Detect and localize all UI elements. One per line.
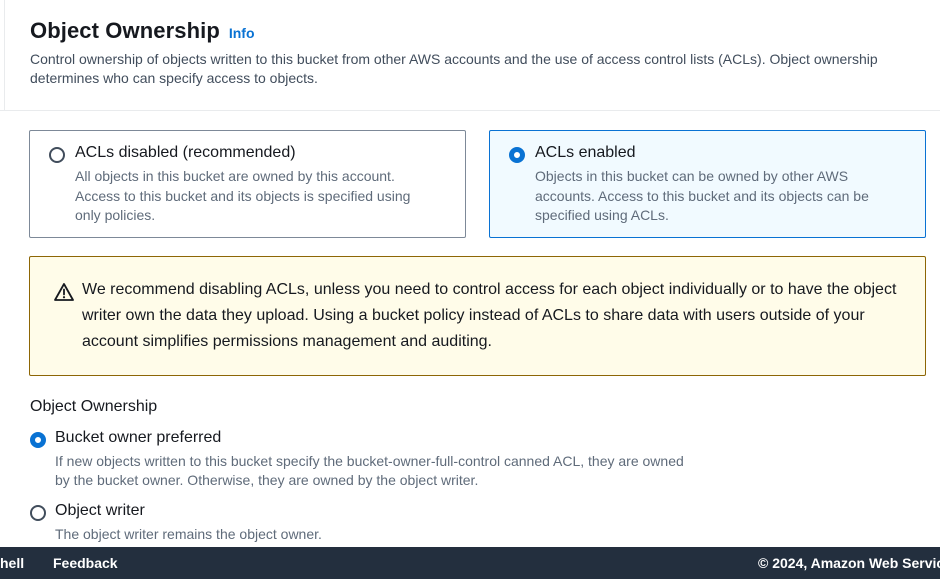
bucket-owner-preferred-description: If new objects written to this bucket sp… [55,453,684,488]
acls-enabled-description: Objects in this bucket can be owned by o… [535,168,869,223]
option-object-writer[interactable]: Object writer The object writer remains … [30,502,730,542]
object-writer-description: The object writer remains the object own… [55,526,322,542]
bucket-owner-preferred-radio[interactable] [30,432,46,448]
object-ownership-label: Object Ownership [30,398,158,415]
bucket-owner-preferred-label: Bucket owner preferred [55,429,222,446]
warning-triangle-icon [54,283,74,301]
section-header: Object Ownership Info Control ownership … [0,0,940,111]
feedback-link[interactable]: Feedback [53,555,118,571]
acls-disabled-radio[interactable] [49,147,65,163]
acls-disabled-tile[interactable]: ACLs disabled (recommended) All objects … [29,130,466,238]
warning-alert: We recommend disabling ACLs, unless you … [29,256,926,376]
object-writer-radio[interactable] [30,505,46,521]
acls-disabled-title: ACLs disabled (recommended) [75,144,296,161]
acls-enabled-radio[interactable] [509,147,525,163]
acls-enabled-title: ACLs enabled [535,144,636,161]
acls-disabled-description: All objects in this bucket are owned by … [75,168,411,223]
section-description: Control ownership of objects written to … [30,51,878,86]
acls-enabled-tile[interactable]: ACLs enabled Objects in this bucket can … [489,130,926,238]
cloudshell-link[interactable]: hell [0,555,24,571]
option-bucket-owner-preferred[interactable]: Bucket owner preferred If new objects wr… [30,429,730,489]
title-row: Object Ownership Info [30,18,255,44]
copyright-text: © 2024, Amazon Web Servic [758,555,940,571]
console-footer: hell Feedback © 2024, Amazon Web Servic [0,547,940,579]
section-title: Object Ownership [30,18,220,43]
info-link[interactable]: Info [229,25,255,41]
warning-text: We recommend disabling ACLs, unless you … [82,281,897,350]
left-divider [4,0,5,111]
object-writer-label: Object writer [55,502,145,519]
section-body: ACLs disabled (recommended) All objects … [0,111,940,547]
